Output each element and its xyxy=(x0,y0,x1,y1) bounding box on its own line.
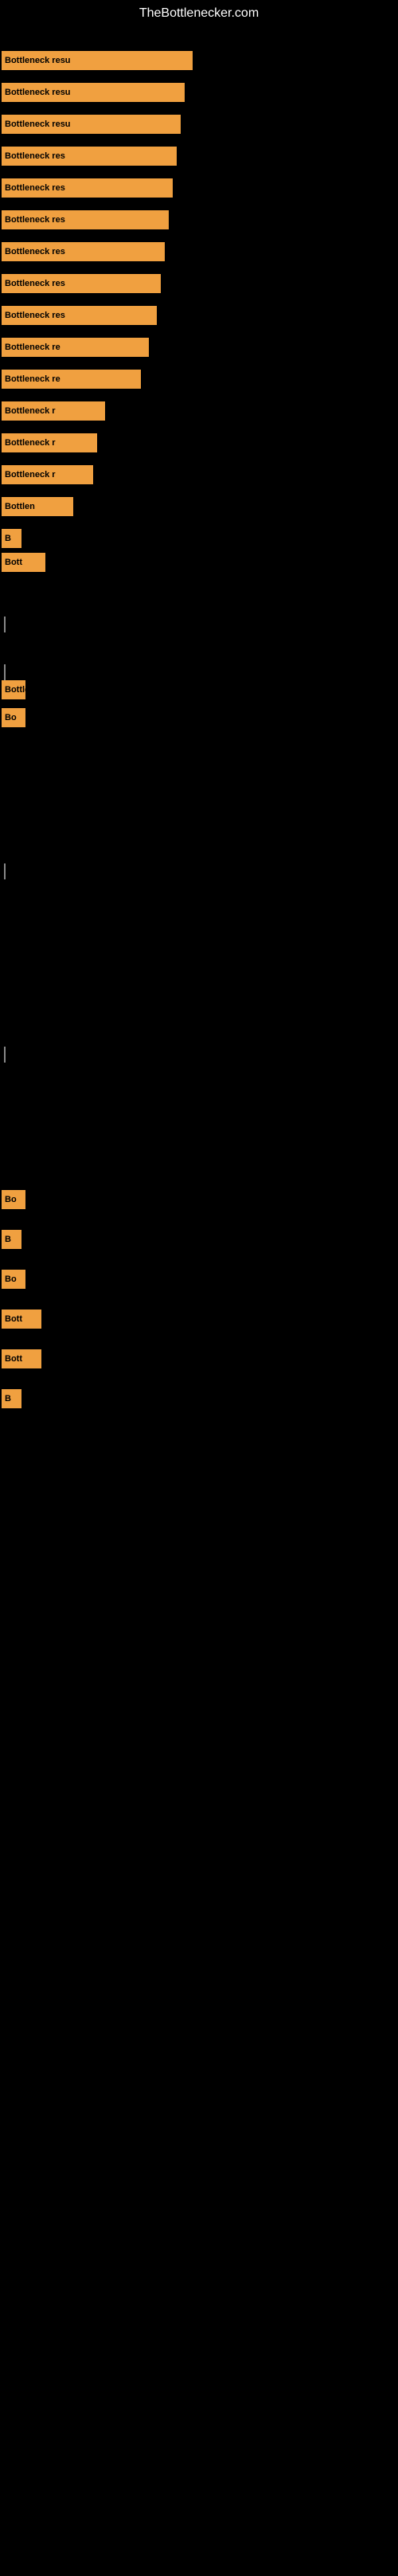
bottleneck-label: Bottleneck res xyxy=(2,680,25,699)
bottleneck-row: Bott xyxy=(2,1349,41,1368)
bottleneck-row: Bottleneck re xyxy=(2,370,141,389)
bottleneck-row: Bott xyxy=(2,1310,41,1329)
bottleneck-label: Bottleneck res xyxy=(2,178,173,198)
bottleneck-row: Bo xyxy=(2,708,25,727)
bottleneck-label: Bottleneck r xyxy=(2,401,105,421)
bottleneck-row: Bottleneck res xyxy=(2,210,169,229)
vertical-indicator xyxy=(4,863,6,879)
bottleneck-label: Bottleneck resu xyxy=(2,83,185,102)
bottleneck-label: Bottleneck resu xyxy=(2,51,193,70)
bottleneck-label: Bo xyxy=(2,708,25,727)
vertical-indicator xyxy=(4,1047,6,1063)
bottleneck-label: B xyxy=(2,1230,21,1249)
bottleneck-row: Bo xyxy=(2,1190,25,1209)
bottleneck-row: Bottleneck res xyxy=(2,242,165,261)
bottleneck-label: B xyxy=(2,529,21,548)
bottleneck-label: Bottleneck res xyxy=(2,242,165,261)
bottleneck-label: Bottleneck re xyxy=(2,338,149,357)
bottleneck-label: Bott xyxy=(2,553,45,572)
bottleneck-row: Bottleneck resu xyxy=(2,115,181,134)
bottleneck-label: Bott xyxy=(2,1349,41,1368)
bottleneck-label: Bo xyxy=(2,1270,25,1289)
bottleneck-row: Bottleneck res xyxy=(2,306,157,325)
bottleneck-row: B xyxy=(2,529,21,548)
bottleneck-label: B xyxy=(2,1389,21,1408)
bottleneck-row: B xyxy=(2,1389,21,1408)
bottleneck-row: Bott xyxy=(2,553,45,572)
bottleneck-row: Bottleneck resu xyxy=(2,51,193,70)
bottleneck-label: Bottleneck r xyxy=(2,433,97,452)
bottleneck-row: Bottleneck re xyxy=(2,338,149,357)
bottleneck-label: Bottleneck res xyxy=(2,306,157,325)
bottleneck-label: Bo xyxy=(2,1190,25,1209)
bottleneck-row: Bottleneck res xyxy=(2,178,173,198)
bottleneck-label: Bottleneck res xyxy=(2,147,177,166)
bottleneck-label: Bottleneck res xyxy=(2,210,169,229)
bottleneck-label: Bottleneck resu xyxy=(2,115,181,134)
bottleneck-label: Bott xyxy=(2,1310,41,1329)
vertical-indicator xyxy=(4,664,6,680)
bottleneck-label: Bottleneck re xyxy=(2,370,141,389)
bottleneck-label: Bottleneck r xyxy=(2,465,93,484)
bottleneck-row: B xyxy=(2,1230,21,1249)
bottleneck-row: Bottlen xyxy=(2,497,73,516)
bottleneck-label: Bottlen xyxy=(2,497,73,516)
bottleneck-row: Bottleneck r xyxy=(2,401,105,421)
items-container: Bottleneck resu Bottleneck resu Bottleneck… xyxy=(0,27,398,2576)
bottleneck-row: Bo xyxy=(2,1270,25,1289)
bottleneck-row: Bottleneck r xyxy=(2,465,93,484)
bottleneck-row: Bottleneck resu xyxy=(2,83,185,102)
bottleneck-row: Bottleneck r xyxy=(2,433,97,452)
bottleneck-row: Bottleneck res xyxy=(2,147,177,166)
bottleneck-row: Bottleneck res xyxy=(2,274,161,293)
bottleneck-row: Bottleneck res xyxy=(2,680,25,699)
vertical-indicator xyxy=(4,617,6,632)
site-title: TheBottlenecker.com xyxy=(0,0,398,27)
bottleneck-label: Bottleneck res xyxy=(2,274,161,293)
